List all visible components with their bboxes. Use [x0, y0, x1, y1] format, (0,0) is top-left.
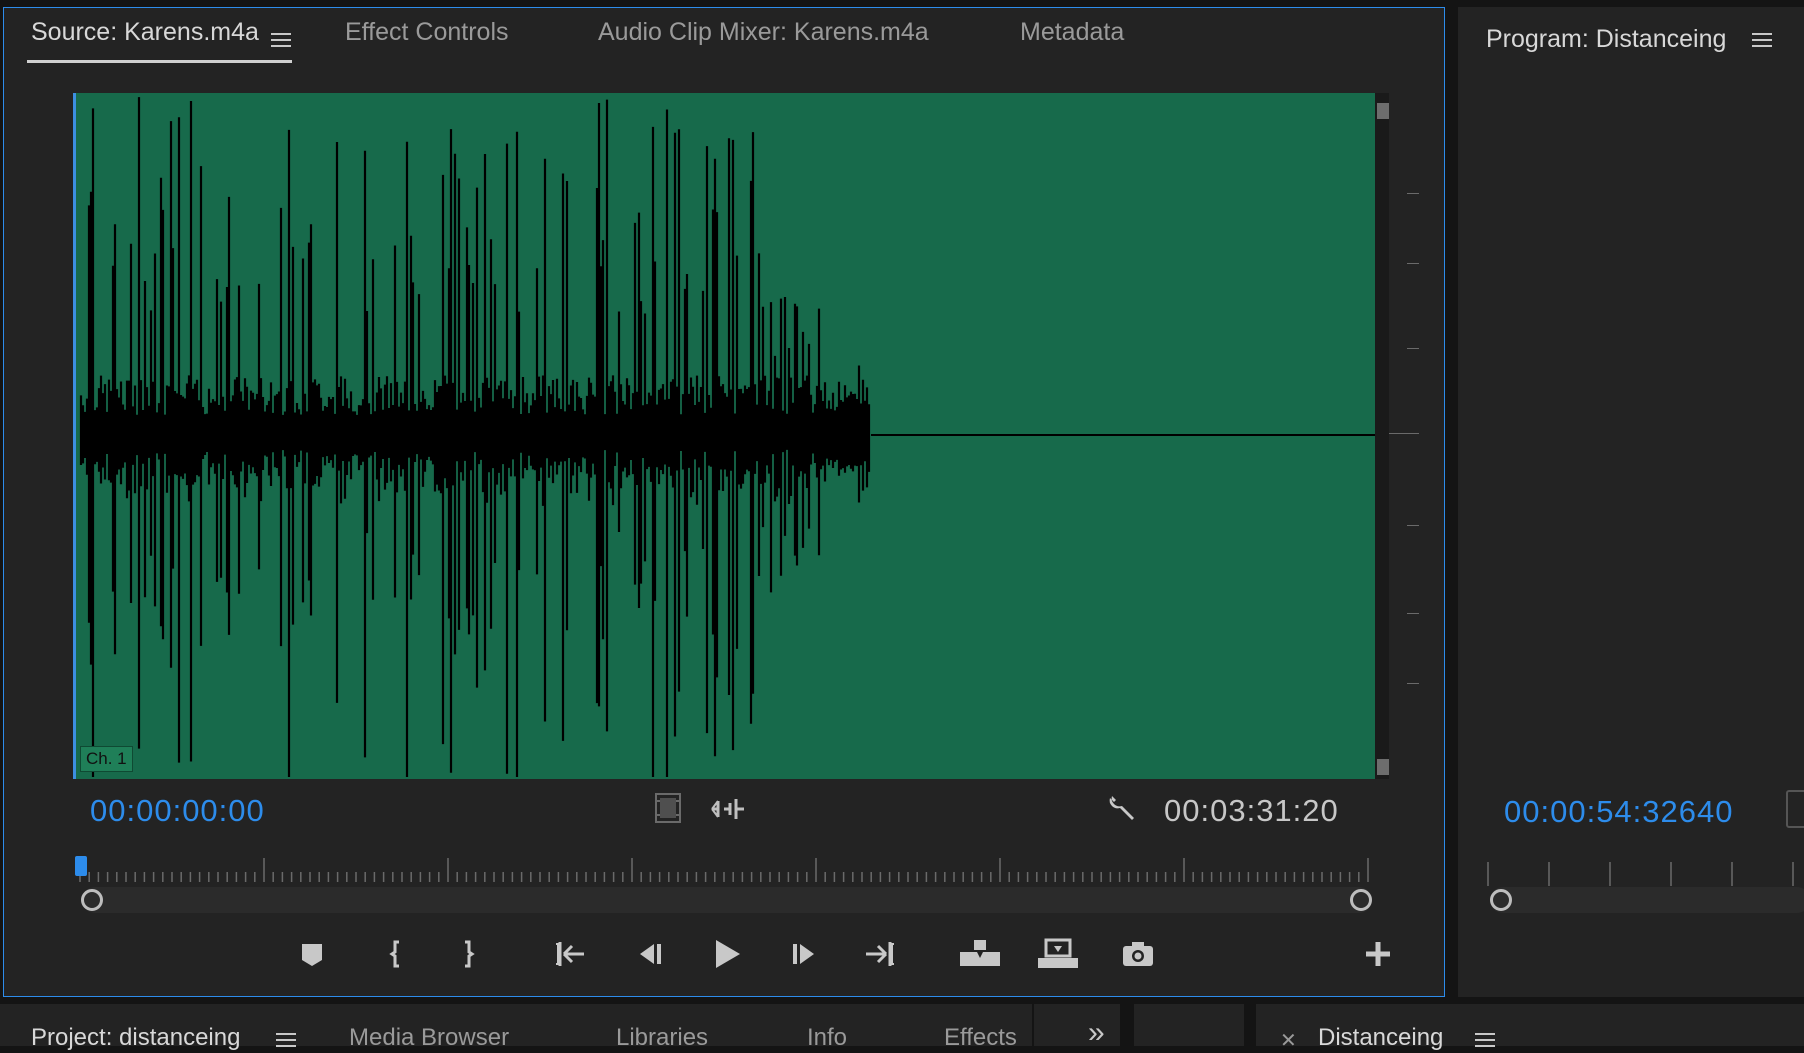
tab-effect-controls[interactable]: Effect Controls	[345, 18, 509, 47]
overwrite-button[interactable]	[1036, 936, 1080, 972]
program-time-ruler[interactable]	[1484, 858, 1804, 890]
mark-out-button[interactable]	[450, 936, 486, 972]
step-back-button[interactable]	[630, 936, 666, 972]
add-marker-button[interactable]	[294, 936, 330, 972]
step-forward-icon	[793, 944, 814, 964]
scroll-handle-bottom[interactable]	[1377, 759, 1389, 775]
zoom-scrollbar[interactable]	[82, 887, 1372, 913]
marker-icon	[302, 944, 322, 966]
play-icon	[716, 940, 740, 968]
step-forward-button[interactable]	[788, 936, 824, 972]
duration-timecode: 00:03:31:20	[1164, 793, 1339, 828]
tab-metadata[interactable]: Metadata	[1020, 18, 1124, 47]
mark-in-icon	[389, 940, 399, 968]
hamburger-menu-icon[interactable]	[271, 32, 291, 48]
db-tick	[1389, 433, 1419, 434]
program-monitor-panel	[1458, 7, 1804, 997]
drag-video-only-icon[interactable]	[652, 790, 684, 826]
go-to-in-icon	[556, 942, 584, 966]
tab-info[interactable]: Info	[807, 1024, 847, 1052]
waveform-path	[79, 97, 871, 777]
scroll-handle-top[interactable]	[1377, 103, 1389, 119]
db-tick	[1407, 613, 1419, 614]
mark-out-icon	[465, 940, 475, 968]
hamburger-menu-icon[interactable]	[1752, 32, 1772, 48]
export-frame-button[interactable]	[1120, 936, 1156, 972]
go-to-out-button[interactable]	[862, 936, 898, 972]
drag-audio-only-icon[interactable]	[710, 794, 746, 824]
go-to-out-icon	[866, 942, 894, 966]
tab-program[interactable]: Program: Distanceing	[1486, 25, 1726, 54]
db-tick	[1407, 683, 1419, 684]
channel-label: Ch. 1	[80, 746, 133, 772]
tab-media-browser[interactable]: Media Browser	[349, 1024, 509, 1052]
time-ruler-ticks	[79, 858, 1369, 882]
active-tab-underline	[27, 60, 292, 63]
tab-libraries[interactable]: Libraries	[616, 1024, 708, 1052]
zoom-handle-left[interactable]	[81, 889, 103, 911]
tab-project[interactable]: Project: distanceing	[31, 1024, 240, 1052]
time-ruler[interactable]	[76, 854, 1376, 886]
step-back-icon	[640, 944, 661, 964]
program-time-ruler-ticks	[1487, 862, 1794, 886]
vertical-zoom-scrollbar[interactable]	[1375, 93, 1389, 779]
program-zoom-scrollbar[interactable]	[1490, 887, 1804, 913]
go-to-in-button[interactable]	[552, 936, 588, 972]
tab-timeline-sequence[interactable]: Distanceing	[1318, 1024, 1443, 1052]
button-editor-button[interactable]	[1360, 936, 1396, 972]
db-tick	[1407, 193, 1419, 194]
close-tab-icon[interactable]: ✕	[1280, 1028, 1297, 1053]
playhead-marker[interactable]	[75, 856, 87, 876]
collapsed-panel-header	[1134, 1004, 1244, 1046]
wrench-icon[interactable]	[1104, 790, 1140, 826]
mark-in-button[interactable]	[378, 936, 414, 972]
insert-button[interactable]	[958, 936, 1002, 972]
more-panels-chevron-icon[interactable]: »	[1088, 1016, 1105, 1050]
tab-divider	[1032, 1004, 1034, 1046]
db-tick	[1407, 525, 1419, 526]
zoom-handle-right[interactable]	[1350, 889, 1372, 911]
tab-effects[interactable]: Effects	[944, 1024, 1017, 1052]
current-timecode[interactable]: 00:00:00:00	[90, 793, 265, 829]
db-tick	[1407, 263, 1419, 264]
waveform-graphic	[79, 97, 1375, 777]
program-timecode[interactable]: 00:00:54:32640	[1504, 794, 1734, 830]
camera-icon	[1123, 942, 1153, 966]
program-zoom-handle-left[interactable]	[1490, 889, 1512, 911]
tab-source[interactable]: Source: Karens.m4a	[31, 18, 259, 47]
audio-waveform-display[interactable]	[73, 93, 1375, 779]
plus-icon	[1366, 942, 1390, 966]
overwrite-icon	[1038, 938, 1078, 968]
program-control-edge[interactable]	[1786, 790, 1804, 828]
tab-audio-clip-mixer[interactable]: Audio Clip Mixer: Karens.m4a	[598, 18, 929, 47]
db-ruler	[1389, 93, 1419, 779]
db-tick	[1407, 348, 1419, 349]
insert-icon	[960, 940, 1000, 966]
playhead-line	[73, 93, 76, 779]
play-button[interactable]	[708, 936, 744, 972]
